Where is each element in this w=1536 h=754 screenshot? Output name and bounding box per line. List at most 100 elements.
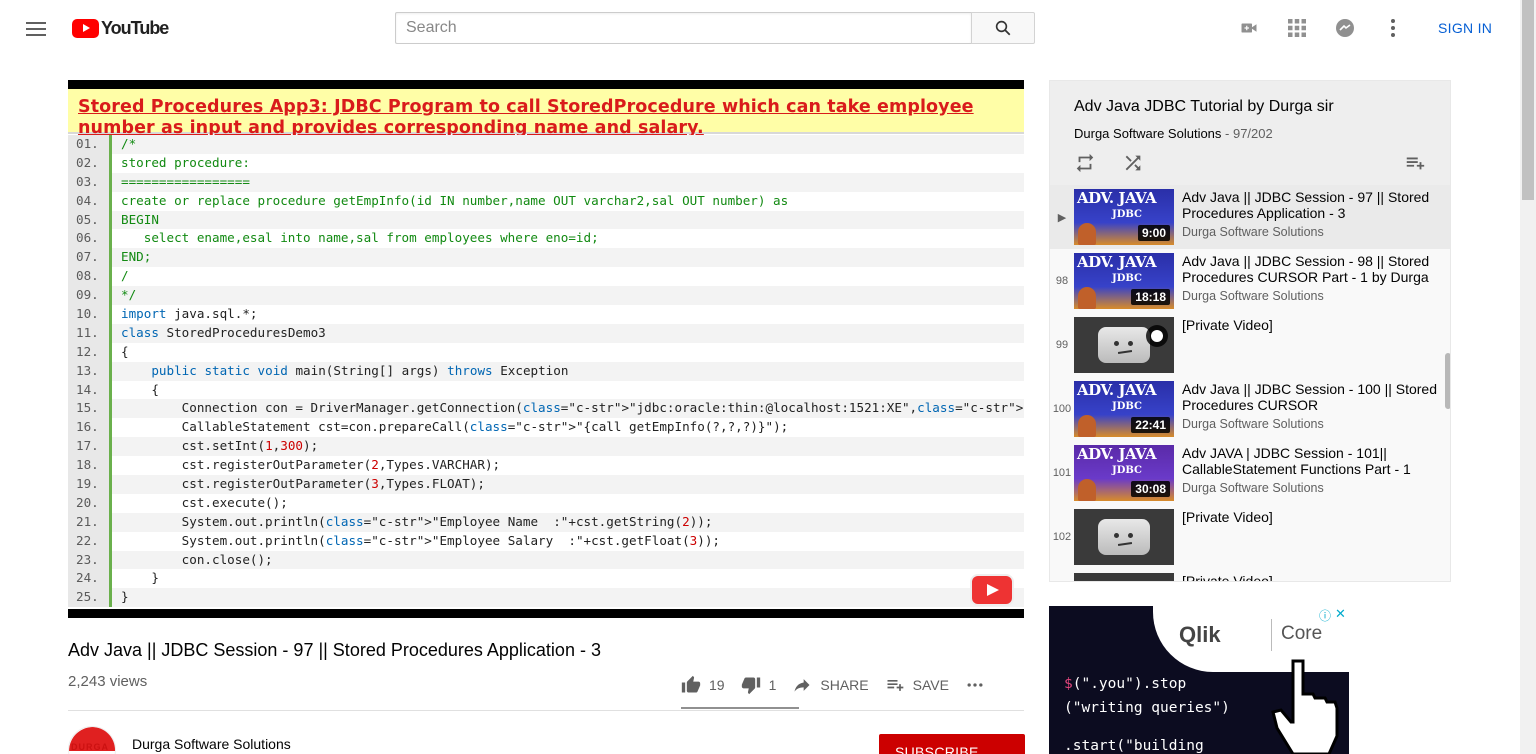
playlist-item[interactable]: ▶ ADV. JAVA JDBC 9:00 Adv Java || JDBC Sessi… xyxy=(1050,185,1450,249)
dislike-count: 1 xyxy=(768,677,777,693)
display-ad[interactable]: Qlik Core ⓘ ✕ $(".you").stop ("writing q… xyxy=(1049,606,1349,754)
messages-icon[interactable] xyxy=(1333,16,1357,40)
playlist-item-title[interactable]: [Private Video] xyxy=(1182,509,1438,525)
line-number: 10. xyxy=(68,305,112,324)
playlist-item[interactable]: 102 [Private Video] xyxy=(1050,505,1450,569)
line-number: 15. xyxy=(68,399,112,419)
sign-in-button[interactable]: SIGN IN xyxy=(1426,14,1504,42)
code-text: con.close(); xyxy=(121,551,273,567)
menu-icon[interactable] xyxy=(24,18,48,38)
more-actions-button[interactable] xyxy=(965,675,993,695)
masthead: YouTube SIGN IN xyxy=(0,0,1520,56)
more-options-icon[interactable] xyxy=(1381,16,1405,40)
code-text: cst.setInt(1,300); xyxy=(121,438,319,454)
watch-later-icon[interactable] xyxy=(1146,325,1168,347)
ad-code-line-3: .start("building xyxy=(1064,738,1204,754)
code-text: System.out.println(class="c-str">"Employ… xyxy=(121,513,713,529)
video-thumbnail[interactable]: ADV. JAVA JDBC 22:41 xyxy=(1074,381,1174,437)
video-thumbnail[interactable] xyxy=(1074,573,1174,581)
thumb-subheading: JDBC xyxy=(1112,465,1142,476)
page-scrollbar[interactable] xyxy=(1520,0,1536,754)
code-text: class StoredProceduresDemo3 xyxy=(121,324,326,340)
video-thumbnail[interactable]: ADV. JAVA JDBC 9:00 xyxy=(1074,189,1174,245)
share-button[interactable]: SHARE xyxy=(792,675,869,695)
code-text: create or replace procedure getEmpInfo(i… xyxy=(121,192,789,208)
playlist-subtitle: Durga Software Solutions - 97/202 xyxy=(1074,126,1273,141)
line-number: 03. xyxy=(68,172,112,192)
share-icon xyxy=(794,679,810,692)
line-number: 11. xyxy=(68,323,112,343)
video-duration: 9:00 xyxy=(1137,225,1170,241)
playlist-item-title[interactable]: [Private Video] xyxy=(1182,317,1438,333)
playlist-item-channel: Durga Software Solutions xyxy=(1182,481,1324,495)
page-scrollbar-thumb[interactable] xyxy=(1522,0,1534,200)
playlist-index: ▶ xyxy=(1057,211,1067,224)
dislike-button[interactable]: 1 xyxy=(741,675,777,695)
line-number: 17. xyxy=(68,437,112,457)
video-thumbnail[interactable] xyxy=(1074,317,1174,373)
playlist-item-meta: Adv Java || JDBC Session - 100 || Stored… xyxy=(1182,381,1438,437)
playlist-owner[interactable]: Durga Software Solutions xyxy=(1074,126,1221,141)
thumbs-up-icon xyxy=(681,675,701,693)
playlist-title[interactable]: Adv Java JDBC Tutorial by Durga sir xyxy=(1074,98,1334,116)
video-frame: Stored Procedures App3: JDBC Program to … xyxy=(68,89,1024,609)
ad-code-line-1: $(".you").stop xyxy=(1064,676,1187,692)
playlist-scrollbar[interactable] xyxy=(1445,353,1450,409)
search-input[interactable] xyxy=(395,12,971,44)
loop-icon[interactable] xyxy=(1074,152,1098,176)
search-bar xyxy=(395,12,1035,44)
pointer-hand-icon xyxy=(1271,659,1339,754)
playlist-item-meta: Adv JAVA | JDBC Session - 101|| Callable… xyxy=(1182,445,1438,501)
channel-name[interactable]: Durga Software Solutions xyxy=(132,736,291,752)
video-thumbnail[interactable]: ADV. JAVA JDBC 30:08 xyxy=(1074,445,1174,501)
youtube-watermark-icon[interactable] xyxy=(972,576,1012,604)
code-text: END; xyxy=(121,249,152,265)
playlist-item-title[interactable]: Adv Java || JDBC Session - 98 || Stored … xyxy=(1182,253,1438,285)
playlist-index xyxy=(1050,573,1074,581)
playlist-item-meta: [Private Video] xyxy=(1182,509,1438,565)
code-line: 13. public static void main(String[] arg… xyxy=(68,361,1024,381)
ad-close-icon[interactable]: ✕ xyxy=(1335,606,1346,622)
playlist-item-title[interactable]: [Private Video] xyxy=(1182,573,1438,581)
like-button[interactable]: 19 xyxy=(681,675,725,695)
video-title: Adv Java || JDBC Session - 97 || Stored … xyxy=(68,640,601,660)
playlist-item[interactable]: 99 [Private Video] xyxy=(1050,313,1450,377)
shuffle-icon[interactable] xyxy=(1122,152,1146,176)
playlist-item[interactable]: 101 ADV. JAVA JDBC 30:08 Adv JAVA | JDBC Ses… xyxy=(1050,441,1450,505)
line-number: 06. xyxy=(68,229,112,249)
playlist-item-title[interactable]: Adv Java || JDBC Session - 97 || Stored … xyxy=(1182,189,1438,221)
search-icon xyxy=(995,20,1011,36)
code-text: { xyxy=(121,381,159,397)
private-video-icon xyxy=(1098,519,1150,555)
code-line: 07. END; xyxy=(68,248,1024,268)
code-line: 23. con.close(); xyxy=(68,550,1024,570)
thumb-heading: ADV. JAVA xyxy=(1077,445,1157,463)
save-button[interactable]: SAVE xyxy=(885,675,949,695)
subscribe-button[interactable]: SUBSCRIBE 360K xyxy=(879,734,1025,754)
line-number: 12. xyxy=(68,342,112,362)
create-video-icon[interactable] xyxy=(1237,16,1261,40)
line-number: 05. xyxy=(68,210,112,230)
ad-info-icon[interactable]: ⓘ xyxy=(1319,607,1331,624)
video-player[interactable]: Stored Procedures App3: JDBC Program to … xyxy=(68,80,1024,618)
code-text: cst.registerOutParameter(2,Types.VARCHAR… xyxy=(121,457,501,473)
playlist-item[interactable]: [Private Video] xyxy=(1050,569,1450,581)
playlist-item-title[interactable]: Adv JAVA | JDBC Session - 101|| Callable… xyxy=(1182,445,1438,477)
thumbs-down-icon xyxy=(741,677,760,695)
video-thumbnail[interactable] xyxy=(1074,509,1174,565)
playlist-item-channel: Durga Software Solutions xyxy=(1182,289,1324,303)
save-playlist-icon[interactable] xyxy=(1404,152,1428,176)
search-button[interactable] xyxy=(971,12,1035,44)
video-thumbnail[interactable]: ADV. JAVA JDBC 18:18 xyxy=(1074,253,1174,309)
save-label: SAVE xyxy=(912,677,949,693)
playlist-item[interactable]: 100 ADV. JAVA JDBC 22:41 Adv Java || JDBC Se… xyxy=(1050,377,1450,441)
code-text: System.out.println(class="c-str">"Employ… xyxy=(121,532,721,548)
playlist-add-icon xyxy=(887,680,903,691)
youtube-logo[interactable]: YouTube xyxy=(72,18,169,38)
apps-grid-icon[interactable] xyxy=(1285,16,1309,40)
playlist-item-title[interactable]: Adv Java || JDBC Session - 100 || Stored… xyxy=(1182,381,1438,413)
thumb-subheading: JDBC xyxy=(1112,401,1142,412)
channel-avatar[interactable]: DURGA xyxy=(68,726,116,754)
playlist-item[interactable]: 98 ADV. JAVA JDBC 18:18 Adv Java || JDBC Ses… xyxy=(1050,249,1450,313)
view-count: 2,243 views xyxy=(68,673,148,690)
